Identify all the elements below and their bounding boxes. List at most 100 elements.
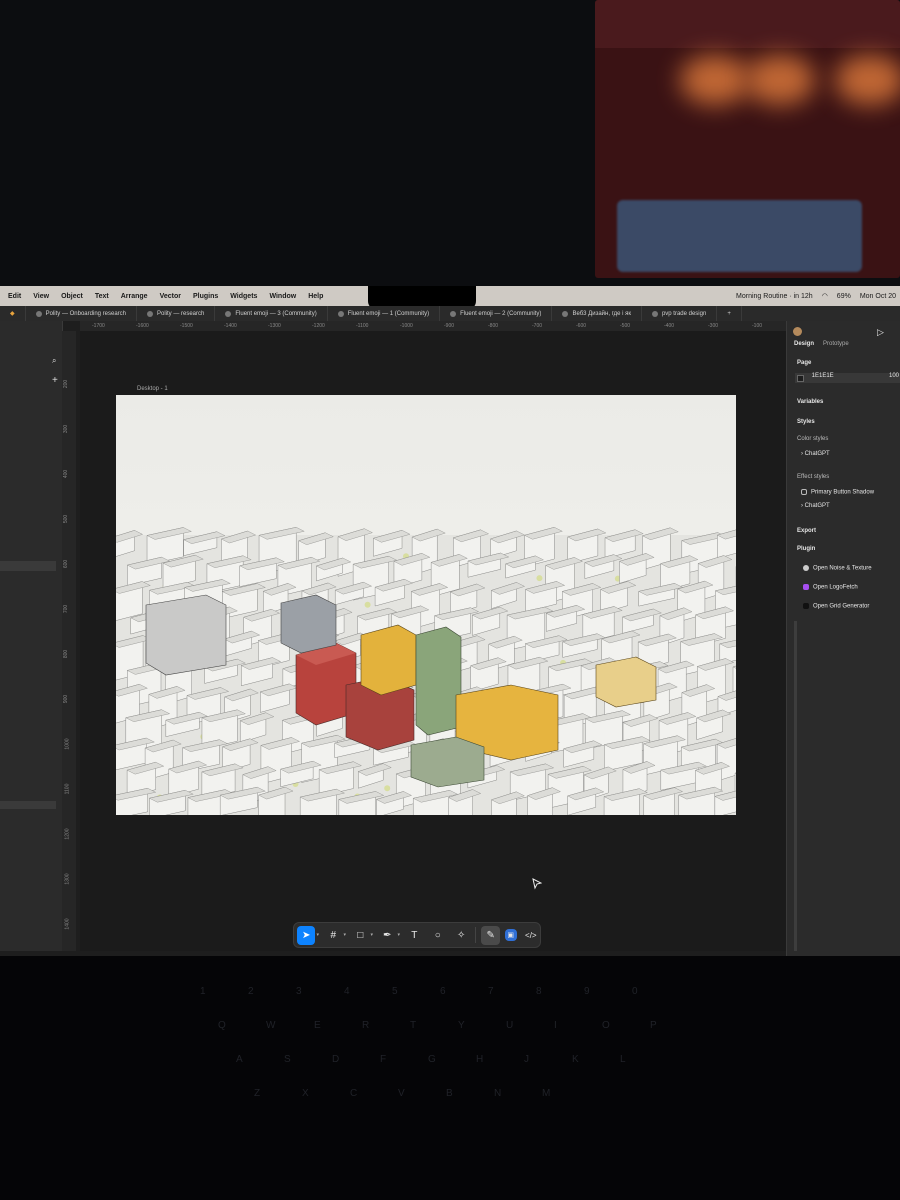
plugin-item[interactable]: Open LogoFetch	[803, 584, 858, 591]
menu-items: Edit View Object Text Arrange Vector Plugins Wi…	[0, 293, 323, 300]
ruler-tick-label: -1700	[92, 323, 105, 329]
menu-item[interactable]: Window	[269, 293, 296, 300]
ruler-tick-label: 200	[63, 379, 70, 389]
ruler-tick-label: 900	[63, 694, 70, 704]
add-page-icon[interactable]: +	[52, 375, 58, 386]
file-tab[interactable]: Fluent emoji — 2 (Community)	[440, 306, 553, 321]
keyboard-key: R	[362, 1020, 370, 1031]
frame-icon[interactable]: #	[324, 926, 342, 945]
menu-item[interactable]: Arrange	[121, 293, 148, 300]
keyboard-key: 2	[248, 986, 254, 997]
battery-label[interactable]: 69%	[837, 293, 851, 300]
shape-icon[interactable]: □	[351, 926, 369, 945]
text-icon[interactable]: T	[405, 926, 423, 945]
plugin-item[interactable]: Open Grid Generator	[803, 603, 869, 610]
menu-item[interactable]: Plugins	[193, 293, 218, 300]
menu-item[interactable]: Help	[308, 293, 323, 300]
effect-style-item[interactable]: › ChatGPT	[801, 503, 830, 509]
export-section[interactable]: Export	[797, 528, 816, 534]
effect-styles-label: Effect styles	[797, 474, 830, 480]
menubar-status: Morning Routine · in 12h ◠ 69% Mon Oct 2…	[736, 286, 896, 306]
ruler-tick-label: -1500	[180, 323, 193, 329]
file-icon	[147, 310, 153, 317]
chevron-down-icon[interactable]: ▾	[397, 932, 400, 938]
tab-prototype[interactable]: Prototype	[823, 341, 849, 347]
file-icon	[651, 310, 658, 317]
ruler-tick-label: 400	[63, 469, 70, 479]
background-light	[835, 55, 900, 105]
file-icon	[35, 310, 42, 317]
plugin-section: Plugin	[797, 546, 816, 552]
menu-item[interactable]: Vector	[160, 293, 181, 300]
file-tab[interactable]: Polity — research	[137, 306, 216, 321]
properties-panel: ▷ Design Prototype Page 1E1E1E 100 Varia…	[786, 321, 900, 956]
keyboard-key: Y	[458, 1020, 465, 1031]
ruler-tick-label: 500	[63, 514, 70, 524]
tree	[384, 785, 391, 792]
styles-section: Styles	[797, 419, 815, 425]
routine-status[interactable]: Morning Routine · in 12h	[736, 293, 813, 300]
ruler-tick-label: 700	[63, 604, 70, 614]
move-icon[interactable]: ➤	[297, 925, 316, 945]
search-icon[interactable]: ⌕	[52, 356, 56, 366]
color-style-item[interactable]: › ChatGPT	[801, 451, 830, 457]
keyboard-key: C	[350, 1088, 358, 1099]
file-tab[interactable]: Polity — Onboarding research	[26, 306, 137, 321]
date-label[interactable]: Mon Oct 20	[860, 293, 896, 300]
menu-item[interactable]: Widgets	[230, 293, 257, 300]
wifi-icon[interactable]: ◠	[822, 292, 828, 300]
keyboard-key: M	[542, 1088, 551, 1099]
file-tab-label: Fluent emoji — 1 (Community)	[347, 310, 430, 317]
city-illustration[interactable]	[116, 395, 736, 815]
ruler-tick-label: -900	[444, 323, 455, 329]
chevron-down-icon[interactable]: ▾	[316, 932, 319, 938]
ruler-tick-label: -300	[708, 323, 719, 329]
background-scene	[0, 0, 900, 290]
dev-mode-icon[interactable]: ✎	[481, 925, 500, 945]
chevron-down-icon[interactable]: ▾	[343, 932, 346, 938]
scrollbar[interactable]	[794, 621, 797, 951]
keyboard-key: 0	[632, 986, 638, 997]
tree	[364, 601, 371, 608]
menu-item[interactable]: Text	[95, 293, 109, 300]
keyboard-key: T	[410, 1020, 417, 1031]
code-icon[interactable]: </>	[522, 926, 540, 945]
new-tab-button[interactable]: +	[717, 306, 742, 321]
background-monitor	[595, 0, 900, 278]
tab-design[interactable]: Design	[794, 341, 814, 347]
background-monitor-strip	[595, 0, 900, 48]
background-light	[680, 55, 750, 105]
menu-item[interactable]: View	[33, 293, 49, 300]
comment-icon[interactable]: ○	[428, 926, 446, 945]
ruler-top: -1700 -1600 -1500 -1400 -1300 -1200 -1100 -1000…	[80, 321, 786, 331]
avatar[interactable]	[793, 327, 802, 338]
tree	[536, 575, 543, 582]
file-tab[interactable]: Fluent emoji — 3 (Community)	[215, 306, 328, 321]
play-icon[interactable]: ▷	[877, 327, 884, 338]
chevron-down-icon[interactable]: ▾	[370, 932, 373, 938]
keyboard-key: X	[302, 1088, 309, 1099]
layer-row[interactable]	[0, 561, 56, 571]
effect-style-item[interactable]: Primary Button Shadow	[801, 489, 874, 496]
variables-section[interactable]: Variables	[797, 399, 823, 405]
file-icon	[562, 310, 569, 317]
file-tab[interactable]: Веб3 Дизайн, где і як	[552, 306, 642, 321]
page-opacity-value: 100	[889, 373, 900, 379]
file-tab[interactable]: pvp trade design	[642, 306, 718, 321]
ruler-tick-label: -1100	[356, 323, 369, 329]
menu-item[interactable]: Object	[61, 293, 83, 300]
file-icon	[337, 310, 344, 317]
actions-icon[interactable]: ✧	[452, 926, 470, 945]
frame-label[interactable]: Desktop - 1	[137, 386, 168, 392]
plugin-item[interactable]: Open Noise & Texture	[803, 565, 872, 572]
layer-row-selected[interactable]	[0, 801, 56, 809]
page-color-field[interactable]: 1E1E1E 100	[795, 373, 900, 383]
ruler-tick-label: 1100	[64, 783, 71, 795]
keyboard-key: Q	[218, 1020, 226, 1031]
pen-icon[interactable]: ✒	[378, 926, 396, 945]
home-tab[interactable]: ◆	[0, 306, 26, 321]
menu-item[interactable]: Edit	[8, 293, 21, 300]
file-tab[interactable]: Fluent emoji — 1 (Community)	[328, 306, 441, 321]
ui3-icon[interactable]: ▣	[504, 929, 517, 941]
keyboard-key: U	[506, 1020, 514, 1031]
